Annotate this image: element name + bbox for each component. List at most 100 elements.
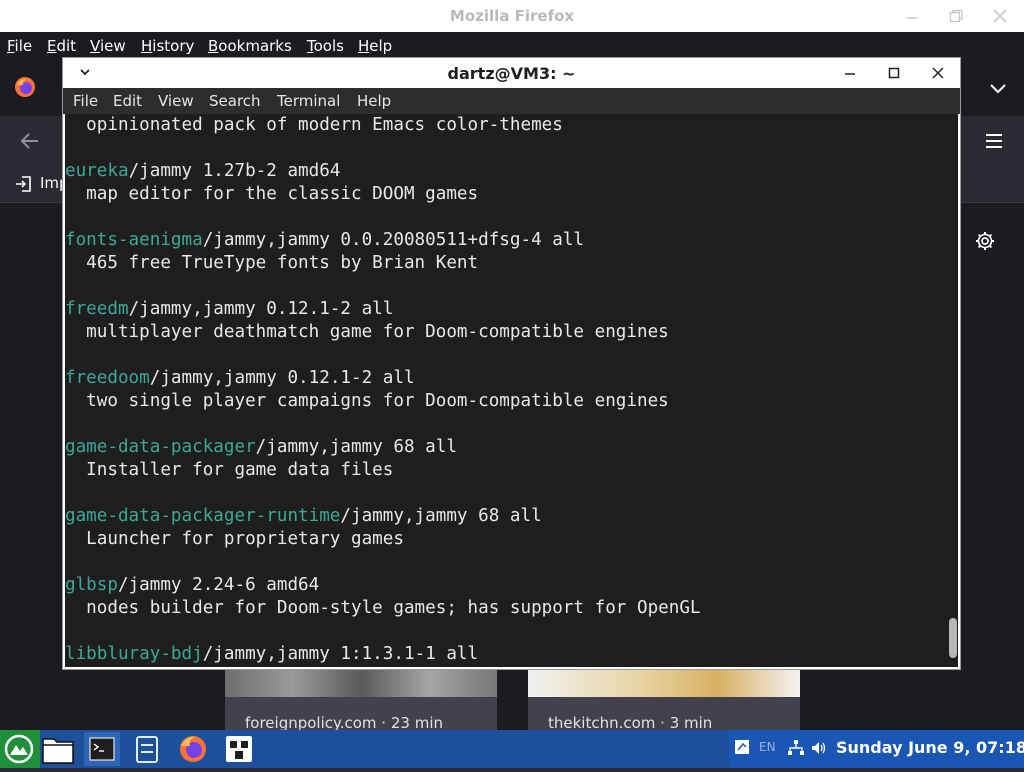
terminal-scrollbar[interactable]	[947, 114, 958, 667]
gear-icon[interactable]	[974, 230, 996, 252]
back-arrow-icon[interactable]	[18, 130, 42, 152]
package-description	[65, 276, 76, 296]
terminal-line	[65, 413, 701, 436]
terminal-output[interactable]: opinionated pack of modern Emacs color-t…	[65, 114, 958, 667]
clock[interactable]: Sunday June 9, 07:18	[836, 738, 1024, 757]
firefox-menu-tools[interactable]: Tools	[307, 37, 344, 55]
folder-icon	[42, 738, 74, 764]
terminal-titlebar[interactable]: dartz@VM3: ~	[63, 58, 960, 88]
terminal-text: opinionated pack of modern Emacs color-t…	[65, 114, 701, 666]
firefox-restore-button[interactable]	[942, 4, 970, 28]
firefox-menu-history[interactable]: History	[141, 37, 194, 55]
terminal-menubar: File Edit View Search Terminal Help	[63, 88, 960, 114]
package-description	[65, 414, 76, 434]
terminal-menu-edit[interactable]: Edit	[113, 92, 142, 110]
story-thumbnail	[528, 668, 800, 697]
package-description: nodes builder for Doom-style games; has …	[65, 598, 701, 618]
package-name: eureka	[65, 161, 129, 181]
terminal-line	[65, 482, 701, 505]
package-description: Installer for game data files	[65, 460, 394, 480]
firefox-close-button[interactable]	[986, 4, 1014, 28]
settings-panel-icon	[226, 736, 252, 762]
terminal-line	[65, 344, 701, 367]
archive-icon	[136, 736, 158, 763]
terminal-line: game-data-packager-runtime/jammy,jammy 6…	[65, 505, 701, 528]
terminal-menu-file[interactable]: File	[73, 92, 98, 110]
terminal-window: dartz@VM3: ~ File Edit View Search Termi…	[63, 58, 960, 669]
package-description: Launcher for proprietary games	[65, 529, 404, 549]
package-version: /jammy,jammy 0.0.20080511+dfsg-4 all	[202, 230, 585, 250]
firefox-menu-view[interactable]: View	[90, 37, 126, 55]
terminal-line: freedm/jammy,jammy 0.12.1-2 all	[65, 298, 701, 321]
package-name: glbsp	[65, 575, 118, 595]
firefox-menu-bookmarks[interactable]: Bookmarks	[208, 37, 292, 55]
terminal-icon	[89, 737, 115, 761]
taskbar-file-manager[interactable]	[40, 732, 76, 766]
terminal-line: libbluray-bdj/jammy,jammy 1:1.3.1-1 all	[65, 643, 701, 666]
terminal-line: map editor for the classic DOOM games	[65, 183, 701, 206]
package-version: /jammy,jammy 0.12.1-2 all	[128, 299, 394, 319]
package-description	[65, 207, 76, 227]
package-version: /jammy,jammy 1:1.3.1-1 all	[202, 644, 479, 664]
taskbar-terminal[interactable]	[84, 732, 120, 766]
story-card[interactable]: thekitchn.com · 3 min	[528, 668, 800, 730]
terminal-line: Installer for game data files	[65, 459, 701, 482]
package-version: /jammy,jammy 68 all	[255, 437, 457, 457]
firefox-menu-help[interactable]: Help	[358, 37, 392, 55]
firefox-menu-edit[interactable]: Edit	[47, 37, 76, 55]
story-source: foreignpolicy.com · 23 min	[245, 714, 443, 730]
package-name: game-data-packager	[65, 437, 256, 457]
terminal-menu-view[interactable]: View	[158, 92, 194, 110]
story-source: thekitchn.com · 3 min	[548, 714, 713, 730]
terminal-line: eureka/jammy 1.27b-2 amd64	[65, 160, 701, 183]
package-name: freedm	[65, 299, 129, 319]
minimize-icon[interactable]	[839, 64, 861, 82]
terminal-line: game-data-packager/jammy,jammy 68 all	[65, 436, 701, 459]
terminal-menu-terminal[interactable]: Terminal	[277, 92, 340, 110]
start-menu-icon	[4, 734, 34, 764]
chevron-down-icon[interactable]	[986, 76, 1010, 100]
taskbar-archive-manager[interactable]	[129, 732, 165, 766]
story-card[interactable]: foreignpolicy.com · 23 min	[225, 668, 497, 730]
terminal-line: nodes builder for Doom-style games; has …	[65, 597, 701, 620]
terminal-line	[65, 137, 701, 160]
terminal-line: 465 free TrueType fonts by Brian Kent	[65, 252, 701, 275]
terminal-line	[65, 551, 701, 574]
package-version: /jammy,jammy 68 all	[340, 506, 542, 526]
firefox-minimize-button[interactable]	[898, 4, 926, 28]
firefox-tab-icon[interactable]	[14, 76, 36, 98]
clipboard-icon[interactable]	[734, 739, 750, 755]
package-description	[65, 483, 76, 503]
taskbar-firefox[interactable]	[175, 732, 211, 766]
package-name: freedoom	[65, 368, 150, 388]
terminal-menu-search[interactable]: Search	[209, 92, 261, 110]
package-version: /jammy 2.24-6 amd64	[117, 575, 320, 595]
firefox-menubar: File Edit View History Bookmarks Tools H…	[0, 32, 1024, 60]
firefox-titlebar: Mozilla Firefox	[0, 0, 1024, 32]
package-description	[65, 138, 76, 158]
terminal-scrollbar-thumb[interactable]	[949, 618, 957, 658]
package-description: opinionated pack of modern Emacs color-t…	[65, 115, 563, 135]
terminal-menu-help[interactable]: Help	[357, 92, 391, 110]
terminal-line	[65, 620, 701, 643]
terminal-line	[65, 206, 701, 229]
terminal-line: fonts-aenigma/jammy,jammy 0.0.20080511+d…	[65, 229, 701, 252]
package-description: two single player campaigns for Doom-com…	[65, 391, 669, 411]
taskbar-system-settings[interactable]	[221, 732, 257, 766]
package-description	[65, 621, 76, 641]
terminal-line: glbsp/jammy 2.24-6 amd64	[65, 574, 701, 597]
start-menu-button[interactable]	[0, 730, 40, 768]
restore-icon	[949, 9, 963, 23]
import-icon[interactable]	[14, 174, 34, 194]
volume-icon[interactable]	[810, 739, 828, 757]
network-icon[interactable]	[787, 739, 805, 757]
package-description: multiplayer deathmatch game for Doom-com…	[65, 322, 669, 342]
close-icon[interactable]	[927, 64, 949, 82]
terminal-title: dartz@VM3: ~	[447, 64, 576, 83]
keyboard-layout-indicator[interactable]: EN	[759, 740, 776, 754]
package-description: map editor for the classic DOOM games	[65, 184, 479, 204]
package-description: 465 free TrueType fonts by Brian Kent	[65, 253, 479, 273]
firefox-menu-file[interactable]: File	[7, 37, 32, 55]
maximize-icon[interactable]	[883, 64, 905, 82]
hamburger-menu-icon[interactable]	[984, 131, 1004, 151]
